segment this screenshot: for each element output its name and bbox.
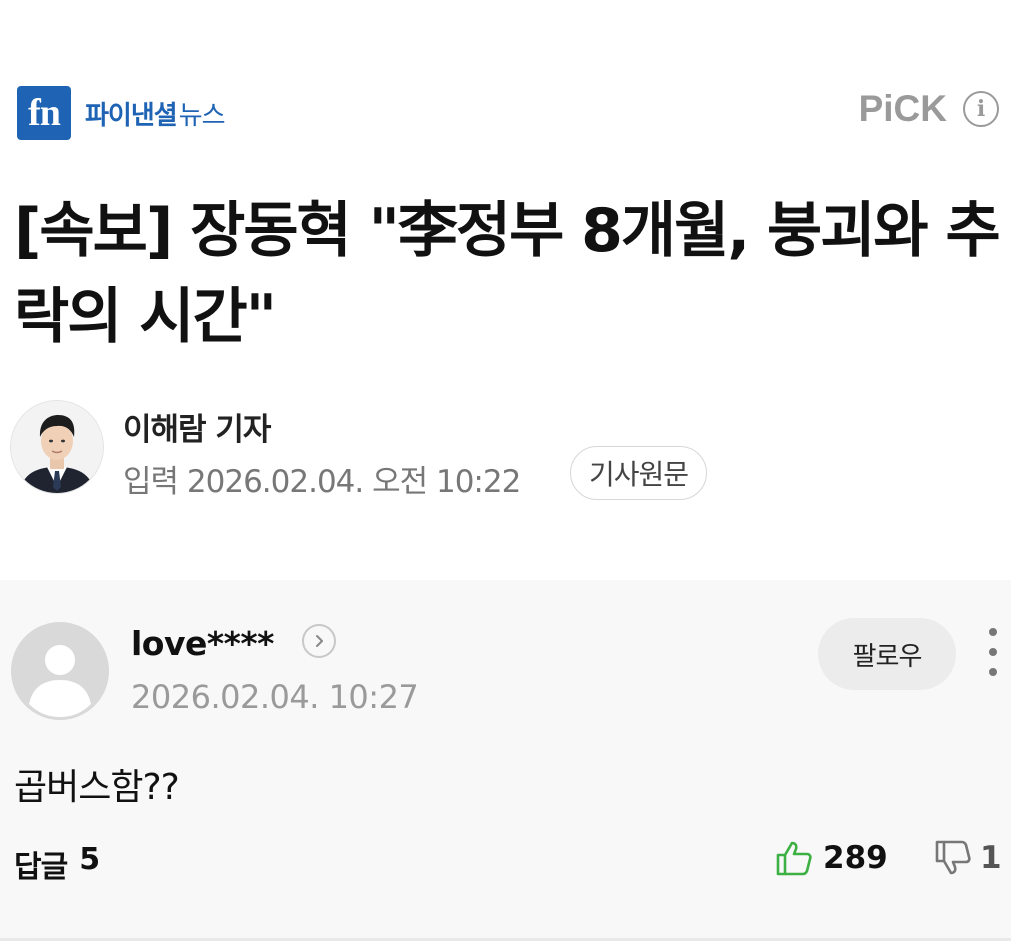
reply-label: 답글 (14, 850, 68, 885)
author-block: 이해람 기자 입력 2026.02.04. 오전 10:22 기사원문 (10, 398, 1000, 508)
thumbs-up-icon (776, 841, 812, 876)
press-logo-mark: fn (17, 86, 71, 140)
follow-button[interactable]: 팔로우 (818, 618, 956, 690)
reply-button[interactable]: 답글 5 (14, 842, 100, 886)
more-dot (989, 628, 997, 636)
comment-timestamp: 2026.02.04. 10:27 (131, 678, 419, 716)
commenter-username[interactable]: love**** (131, 624, 274, 663)
dislike-button[interactable]: 1 (934, 840, 1002, 876)
chevron-right-icon (316, 635, 323, 647)
like-count: 289 (823, 840, 888, 876)
press-name: 파이낸셜 뉴스 (85, 95, 226, 132)
author-name[interactable]: 이해람 기자 (123, 404, 271, 449)
more-dot (989, 648, 997, 656)
commenter-avatar[interactable] (11, 622, 109, 720)
profile-chevron-icon[interactable] (302, 624, 336, 658)
article-headline: [속보] 장동혁 "李정부 8개월, 붕괴와 추락의 시간" (14, 196, 1001, 352)
pick-badge[interactable]: PiCK i (859, 88, 999, 130)
press-logo[interactable]: fn 파이낸셜 뉴스 (17, 86, 226, 140)
author-avatar[interactable] (10, 400, 104, 494)
press-name-bold: 파이낸셜 (85, 100, 178, 131)
comment-text: 곱버스함?? (14, 767, 180, 808)
info-icon[interactable]: i (963, 91, 999, 127)
original-article-button[interactable]: 기사원문 (570, 446, 708, 500)
comment-card: love**** 2026.02.04. 10:27 팔로우 곱버스함?? 답글… (0, 580, 1011, 941)
more-options-icon[interactable] (978, 628, 1008, 676)
reply-count: 5 (79, 842, 100, 877)
reporter-photo-icon (11, 401, 103, 493)
thumbs-down-icon (935, 840, 971, 875)
page: fn 파이낸셜 뉴스 PiCK i [속보] 장동혁 "李정부 8개월, 붕괴와… (0, 0, 1011, 941)
press-name-light: 뉴스 (178, 100, 226, 131)
like-button[interactable]: 289 (775, 840, 888, 876)
pick-label: PiCK (858, 88, 947, 129)
article-header: fn 파이낸셜 뉴스 PiCK i [속보] 장동혁 "李정부 8개월, 붕괴와… (0, 0, 1011, 580)
published-date: 입력 2026.02.04. 오전 10:22 (123, 464, 521, 500)
more-dot (989, 668, 997, 676)
dislike-count: 1 (980, 840, 1002, 876)
default-user-icon (11, 622, 109, 720)
